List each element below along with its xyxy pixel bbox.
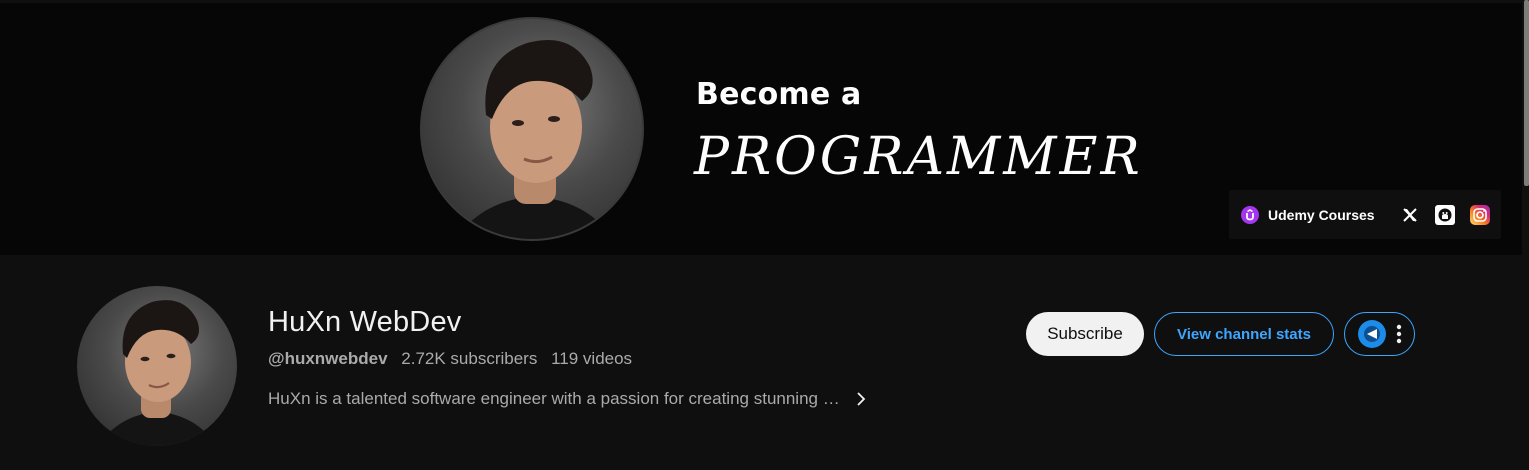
extension-logo-icon: [1358, 320, 1386, 348]
channel-links: Udemy Courses: [1229, 190, 1501, 239]
channel-meta: @huxnwebdev 2.72K subscribers 119 videos: [268, 349, 632, 369]
channel-name: HuXn WebDev: [268, 306, 462, 338]
x-icon[interactable]: [1400, 205, 1420, 225]
view-channel-stats-button[interactable]: View channel stats: [1154, 312, 1334, 356]
page-scrollbar[interactable]: [1524, 0, 1529, 186]
extension-menu-button[interactable]: [1344, 312, 1415, 356]
channel-handle[interactable]: @huxnwebdev: [268, 349, 388, 368]
video-count: 119 videos: [551, 349, 633, 368]
banner-heading: Become a: [696, 77, 862, 112]
udemy-courses-label: Udemy Courses: [1268, 206, 1375, 223]
channel-description-row[interactable]: HuXn is a talented software engineer wit…: [268, 389, 870, 409]
channel-banner: Become a PROGRAMMER Udemy Courses: [0, 3, 1522, 255]
more-vert-icon: [1396, 324, 1402, 344]
subscribe-button[interactable]: Subscribe: [1026, 312, 1144, 356]
subscriber-count: 2.72K subscribers: [401, 349, 538, 368]
channel-avatar[interactable]: [77, 286, 237, 446]
chevron-right-icon: [852, 390, 870, 408]
instagram-icon[interactable]: [1469, 204, 1490, 225]
banner-profile-photo: [420, 17, 644, 241]
banner-subheading: PROGRAMMER: [694, 127, 1143, 187]
channel-description: HuXn is a talented software engineer wit…: [268, 389, 840, 408]
udemy-courses-link[interactable]: Udemy Courses: [1241, 205, 1375, 224]
github-icon[interactable]: [1434, 204, 1455, 225]
udemy-icon: [1241, 205, 1259, 224]
channel-page: Become a PROGRAMMER Udemy Courses HuXn W…: [0, 0, 1529, 470]
